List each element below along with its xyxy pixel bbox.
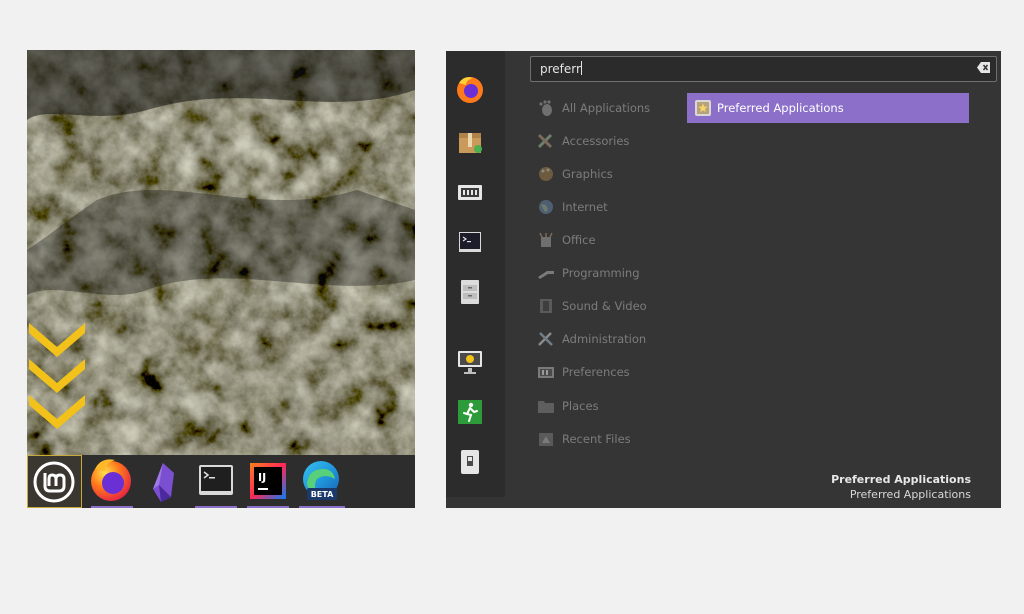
terminal-icon [199,465,233,495]
favorite-terminal-icon[interactable] [455,227,485,257]
category-accessories[interactable]: Accessories [537,131,677,151]
graphics-palette-icon [539,167,553,181]
preferred-applications-icon [695,100,711,116]
favorite-firefox-icon[interactable] [455,75,485,105]
search-result-label: Preferred Applications [717,101,844,115]
edge-beta-icon: BETA [303,461,339,500]
favorites-sidebar [446,51,505,497]
search-input[interactable]: preferr [530,56,997,82]
selected-app-description: Preferred Applications [849,488,971,501]
favorite-lock-screen-icon[interactable] [455,347,485,377]
intellij-icon: IJ [250,463,286,499]
preferences-icon [538,367,554,378]
obsidian-icon [153,463,174,502]
taskbar-obsidian[interactable] [139,455,189,508]
favorite-archive-manager-icon[interactable] [455,127,485,157]
menu-button[interactable] [27,455,82,508]
category-label: Preferences [562,365,630,379]
text-cursor [580,61,582,75]
programming-icon [538,271,554,279]
category-label: Places [562,399,599,413]
accessories-icon [537,133,553,149]
category-office[interactable]: Office [537,230,677,250]
beta-badge: BETA [311,490,334,499]
category-programming[interactable]: Programming [537,263,677,283]
category-administration[interactable]: Administration [537,329,677,349]
favorite-shutdown-icon[interactable] [455,447,485,477]
gnome-foot-icon [539,100,552,116]
taskbar-firefox[interactable] [87,455,137,508]
running-indicator [247,506,289,508]
favorite-file-cabinet-icon[interactable] [455,277,485,307]
category-label: Graphics [562,167,613,181]
linux-mint-logo-icon [33,461,75,503]
category-preferences[interactable]: Preferences [537,362,677,382]
clear-search-icon[interactable] [977,62,990,73]
taskbar-terminal[interactable] [191,455,241,508]
category-label: Recent Files [562,432,631,446]
rock-wallpaper [27,50,415,455]
category-label: Office [562,233,596,247]
taskbar: IJ BETA [27,455,415,508]
taskbar-intellij[interactable]: IJ [243,455,293,508]
firefox-icon [91,459,131,501]
folder-icon [538,401,554,413]
office-icon [539,232,553,247]
category-internet[interactable]: Internet [537,197,677,217]
intellij-label: IJ [258,471,266,484]
recent-files-icon [539,433,553,446]
running-indicator [91,506,133,508]
globe-icon [539,200,553,214]
application-menu: preferr All Applications Accessories Gra… [446,51,1001,508]
search-result-preferred-applications[interactable]: Preferred Applications [687,93,969,123]
selected-app-title: Preferred Applications [831,473,971,486]
category-label: Programming [562,266,640,280]
category-recent-files[interactable]: Recent Files [537,429,677,449]
category-all-applications[interactable]: All Applications [537,98,677,118]
category-graphics[interactable]: Graphics [537,164,677,184]
running-indicator [299,506,345,508]
category-label: Sound & Video [562,299,647,313]
running-indicator [195,506,237,508]
tools-icon [538,332,553,346]
category-label: Accessories [562,134,630,148]
down-arrows-annotation-icon [29,323,85,429]
desktop-screenshot: IJ BETA [27,50,415,508]
search-input-value: preferr [540,62,581,76]
favorite-logout-icon[interactable] [455,397,485,427]
category-label: All Applications [562,101,651,115]
category-sound-video[interactable]: Sound & Video [537,296,677,316]
film-icon [540,299,552,313]
taskbar-edge-beta[interactable]: BETA [295,455,349,508]
favorite-system-settings-icon[interactable] [455,177,485,207]
category-places[interactable]: Places [537,396,677,416]
category-label: Internet [562,200,608,214]
category-label: Administration [562,332,647,346]
